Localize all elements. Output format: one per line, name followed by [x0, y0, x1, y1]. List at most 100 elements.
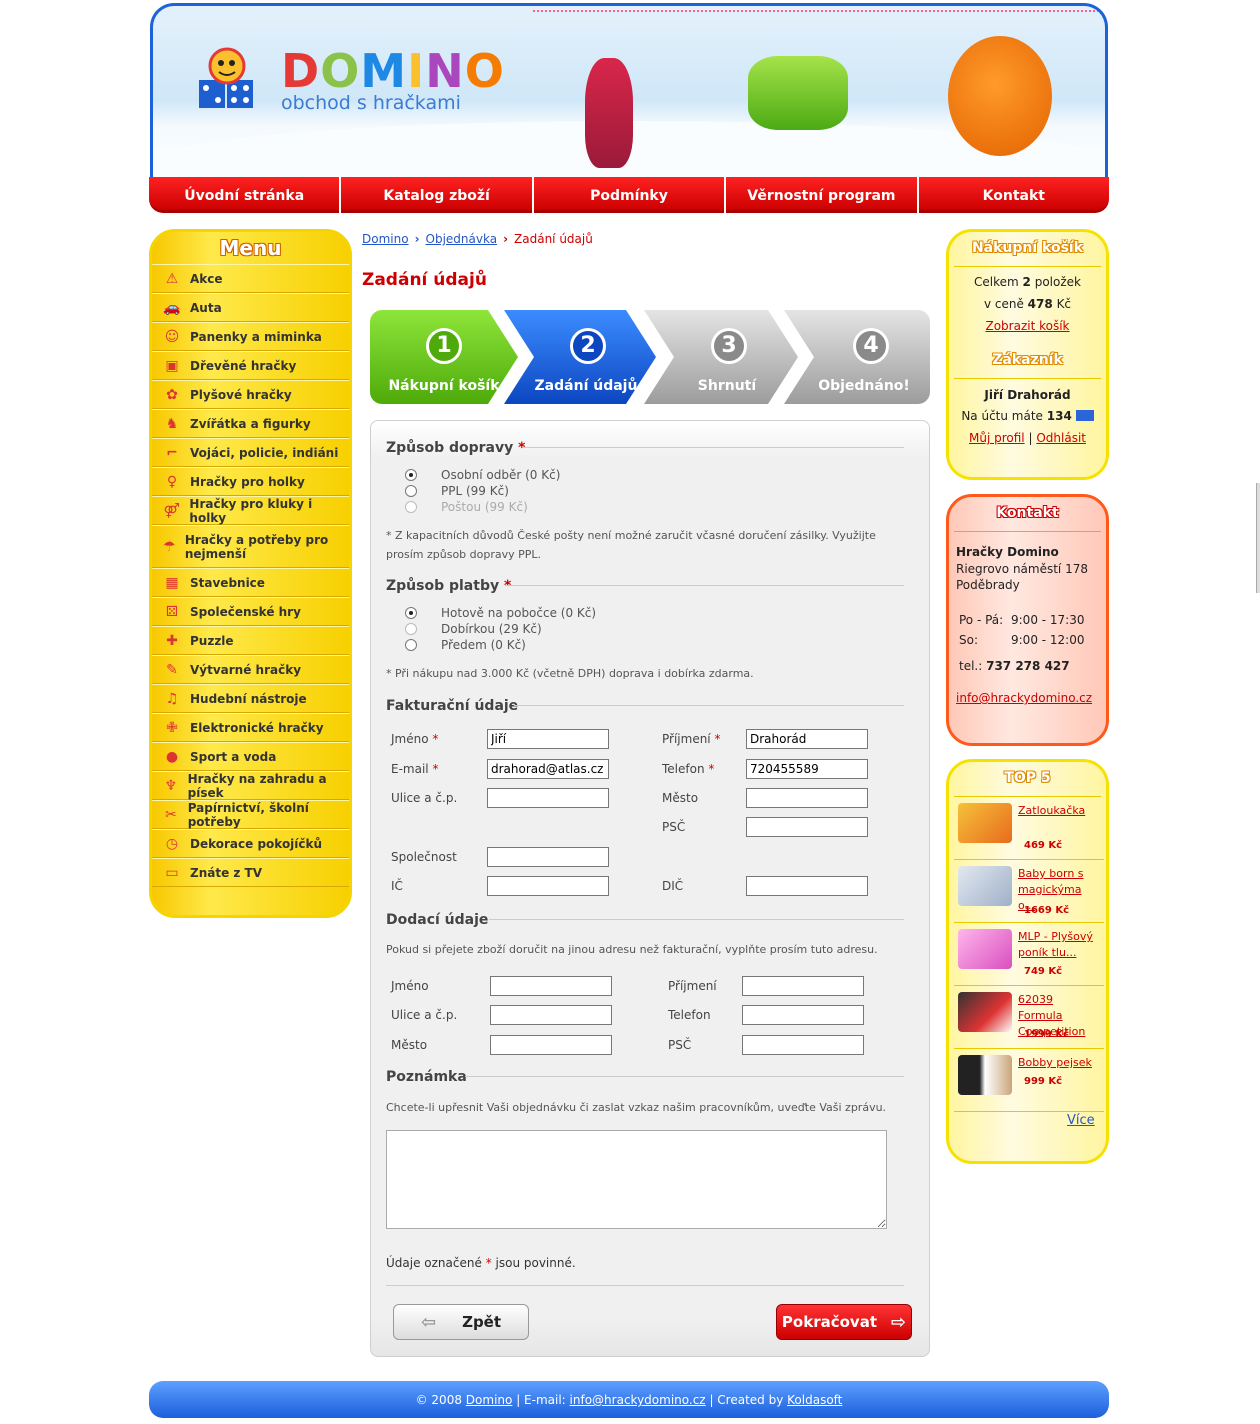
top-product[interactable]: 62039 Formula Competition 1999 Kč	[954, 986, 1104, 1049]
payment-option-prepay[interactable]: Předem (0 Kč)	[405, 638, 526, 652]
delivery-street-input[interactable]	[490, 1005, 612, 1025]
menu-item[interactable]: ✙ Elektronické hračky	[152, 713, 349, 742]
radio-selected[interactable]	[405, 607, 417, 619]
billing-email-input[interactable]	[487, 759, 609, 779]
contact-email-link[interactable]: info@hrackydomino.cz	[956, 691, 1092, 705]
logout-link[interactable]: Odhlásit	[1036, 431, 1086, 445]
contact-city: Poděbrady	[956, 578, 1020, 592]
billing-dic-input[interactable]	[746, 876, 868, 896]
nav-home[interactable]: Úvodní stránka	[149, 177, 340, 213]
delivery-city-input[interactable]	[490, 1035, 612, 1055]
menu-item[interactable]: ⚠ Akce	[152, 264, 349, 293]
step-cart[interactable]: 1 Nákupní košík	[370, 310, 518, 404]
delivery-zip-input[interactable]	[742, 1035, 864, 1055]
category-menu: Menu ⚠ Akce 🚗 Auta ☺ Panenky a miminka ▣ Dře…	[149, 229, 352, 918]
continue-button[interactable]: Pokračovat ⇨	[776, 1304, 912, 1340]
menu-item[interactable]: ▭ Znáte z TV	[152, 858, 349, 887]
checkout-steps: 1 Nákupní košík 2 Zadání údajů 3 Shrnutí…	[370, 310, 930, 404]
menu-item[interactable]: ✎ Výtvarné hračky	[152, 655, 349, 684]
step-ordered[interactable]: 4 Objednáno!	[784, 310, 930, 404]
menu-item[interactable]: ⌐ Vojáci, policie, indiáni	[152, 438, 349, 467]
divider	[954, 531, 1101, 532]
step-number: 4	[853, 328, 889, 364]
top-product[interactable]: Baby born s magickýma o... 1669 Kč	[954, 860, 1104, 923]
menu-item[interactable]: ✚ Puzzle	[152, 626, 349, 655]
menu-item[interactable]: ▦ Stavebnice	[152, 568, 349, 597]
back-button[interactable]: ⇦ Zpět	[393, 1304, 529, 1340]
menu-title: Menu	[219, 236, 282, 260]
divider	[465, 1076, 904, 1077]
footer: © 2008 Domino | E-mail: info@hrackydomin…	[149, 1381, 1109, 1418]
menu-item[interactable]: ✂ Papírnictví, školní potřeby	[152, 800, 349, 829]
billing-lastname-input[interactable]	[746, 729, 868, 749]
billing-street-label: Ulice a č.p.	[391, 791, 458, 805]
product-thumbnail[interactable]	[958, 929, 1012, 969]
nav-conditions[interactable]: Podmínky	[533, 177, 725, 213]
scrollbar[interactable]	[1256, 483, 1260, 593]
footer-koldasoft-link[interactable]: Koldasoft	[787, 1393, 842, 1407]
top-product[interactable]: MLP - Plyšový poník tlu... 749 Kč	[954, 923, 1104, 986]
menu-item[interactable]: ♀ Hračky pro holky	[152, 467, 349, 496]
billing-phone-input[interactable]	[746, 759, 868, 779]
top-product[interactable]: Zatloukačka 469 Kč	[954, 797, 1104, 860]
step-summary[interactable]: 3 Shrnutí	[644, 310, 798, 404]
profile-link[interactable]: Můj profil	[969, 431, 1025, 445]
breadcrumb-home-link[interactable]: Domino	[362, 232, 409, 246]
menu-item[interactable]: ♫ Hudební nástroje	[152, 684, 349, 713]
delivery-lastname-input[interactable]	[742, 976, 864, 996]
billing-city-label: Město	[662, 791, 699, 805]
billing-street-input[interactable]	[487, 788, 609, 808]
payment-option-cash[interactable]: Hotově na pobočce (0 Kč)	[405, 606, 596, 620]
step-details[interactable]: 2 Zadání údajů	[504, 310, 656, 404]
menu-item[interactable]: ☺ Panenky a miminka	[152, 322, 349, 351]
menu-item[interactable]: ● Sport a voda	[152, 742, 349, 771]
menu-item[interactable]: ☂ Hračky a potřeby pro nejmenší	[152, 525, 349, 568]
nav-contact[interactable]: Kontakt	[918, 177, 1110, 213]
menu-item[interactable]: 🚗 Auta	[152, 293, 349, 322]
menu-item[interactable]: ▣ Dřevěné hračky	[152, 351, 349, 380]
radio[interactable]	[405, 639, 417, 651]
billing-ic-label: IČ	[391, 879, 403, 893]
top5-more-link[interactable]: Více	[1067, 1113, 1095, 1128]
delivery-firstname-input[interactable]	[490, 976, 612, 996]
radio-selected[interactable]	[405, 469, 417, 481]
nav-catalog[interactable]: Katalog zboží	[341, 177, 532, 213]
product-name-link[interactable]: MLP - Plyšový poník tlu...	[1018, 929, 1098, 961]
radio[interactable]	[405, 485, 417, 497]
radio[interactable]	[405, 623, 417, 635]
product-thumbnail[interactable]	[958, 992, 1012, 1032]
footer-email-link[interactable]: info@hrackydomino.cz	[570, 1393, 706, 1407]
remark-textarea[interactable]	[386, 1130, 887, 1229]
teddy-icon: ✿	[166, 386, 178, 403]
rattle-icon: ☂	[163, 538, 176, 555]
billing-city-input[interactable]	[746, 788, 868, 808]
product-name-link[interactable]: Bobby pejsek	[1018, 1055, 1092, 1071]
menu-item[interactable]: ♞ Zvířátka a figurky	[152, 409, 349, 438]
payment-option-cod[interactable]: Dobírkou (29 Kč)	[405, 622, 542, 636]
product-thumbnail[interactable]	[958, 1055, 1012, 1095]
arrow-right-icon: ⇨	[890, 1311, 907, 1333]
product-thumbnail[interactable]	[958, 803, 1012, 843]
logo-title[interactable]: DOMINO	[281, 48, 505, 94]
page-title: Zadání údajů	[362, 270, 487, 290]
menu-item[interactable]: ◷ Dekorace pokojíčků	[152, 829, 349, 858]
billing-company-input[interactable]	[487, 847, 609, 867]
billing-ic-input[interactable]	[487, 876, 609, 896]
shipping-option-ppl[interactable]: PPL (99 Kč)	[405, 484, 509, 498]
billing-firstname-input[interactable]	[487, 729, 609, 749]
menu-item[interactable]: ✿ Plyšové hračky	[152, 380, 349, 409]
nav-loyalty[interactable]: Věrnostní program	[726, 177, 917, 213]
shipping-option-personal[interactable]: Osobní odběr (0 Kč)	[405, 468, 560, 482]
product-name-link[interactable]: Zatloukačka	[1018, 803, 1085, 819]
logo-mark-icon[interactable]	[197, 46, 265, 112]
footer-domino-link[interactable]: Domino	[466, 1393, 513, 1407]
product-thumbnail[interactable]	[958, 866, 1012, 906]
menu-item[interactable]: ⚤ Hračky pro kluky i holky	[152, 496, 349, 525]
delivery-phone-input[interactable]	[742, 1005, 864, 1025]
menu-item[interactable]: ⚄ Společenské hry	[152, 597, 349, 626]
top-product[interactable]: Bobby pejsek 999 Kč	[954, 1049, 1104, 1112]
breadcrumb-order-link[interactable]: Objednávka	[426, 232, 498, 246]
billing-zip-input[interactable]	[746, 817, 868, 837]
contact-company: Hračky Domino	[956, 545, 1059, 559]
menu-item[interactable]: ♆ Hračky na zahradu a písek	[152, 771, 349, 800]
